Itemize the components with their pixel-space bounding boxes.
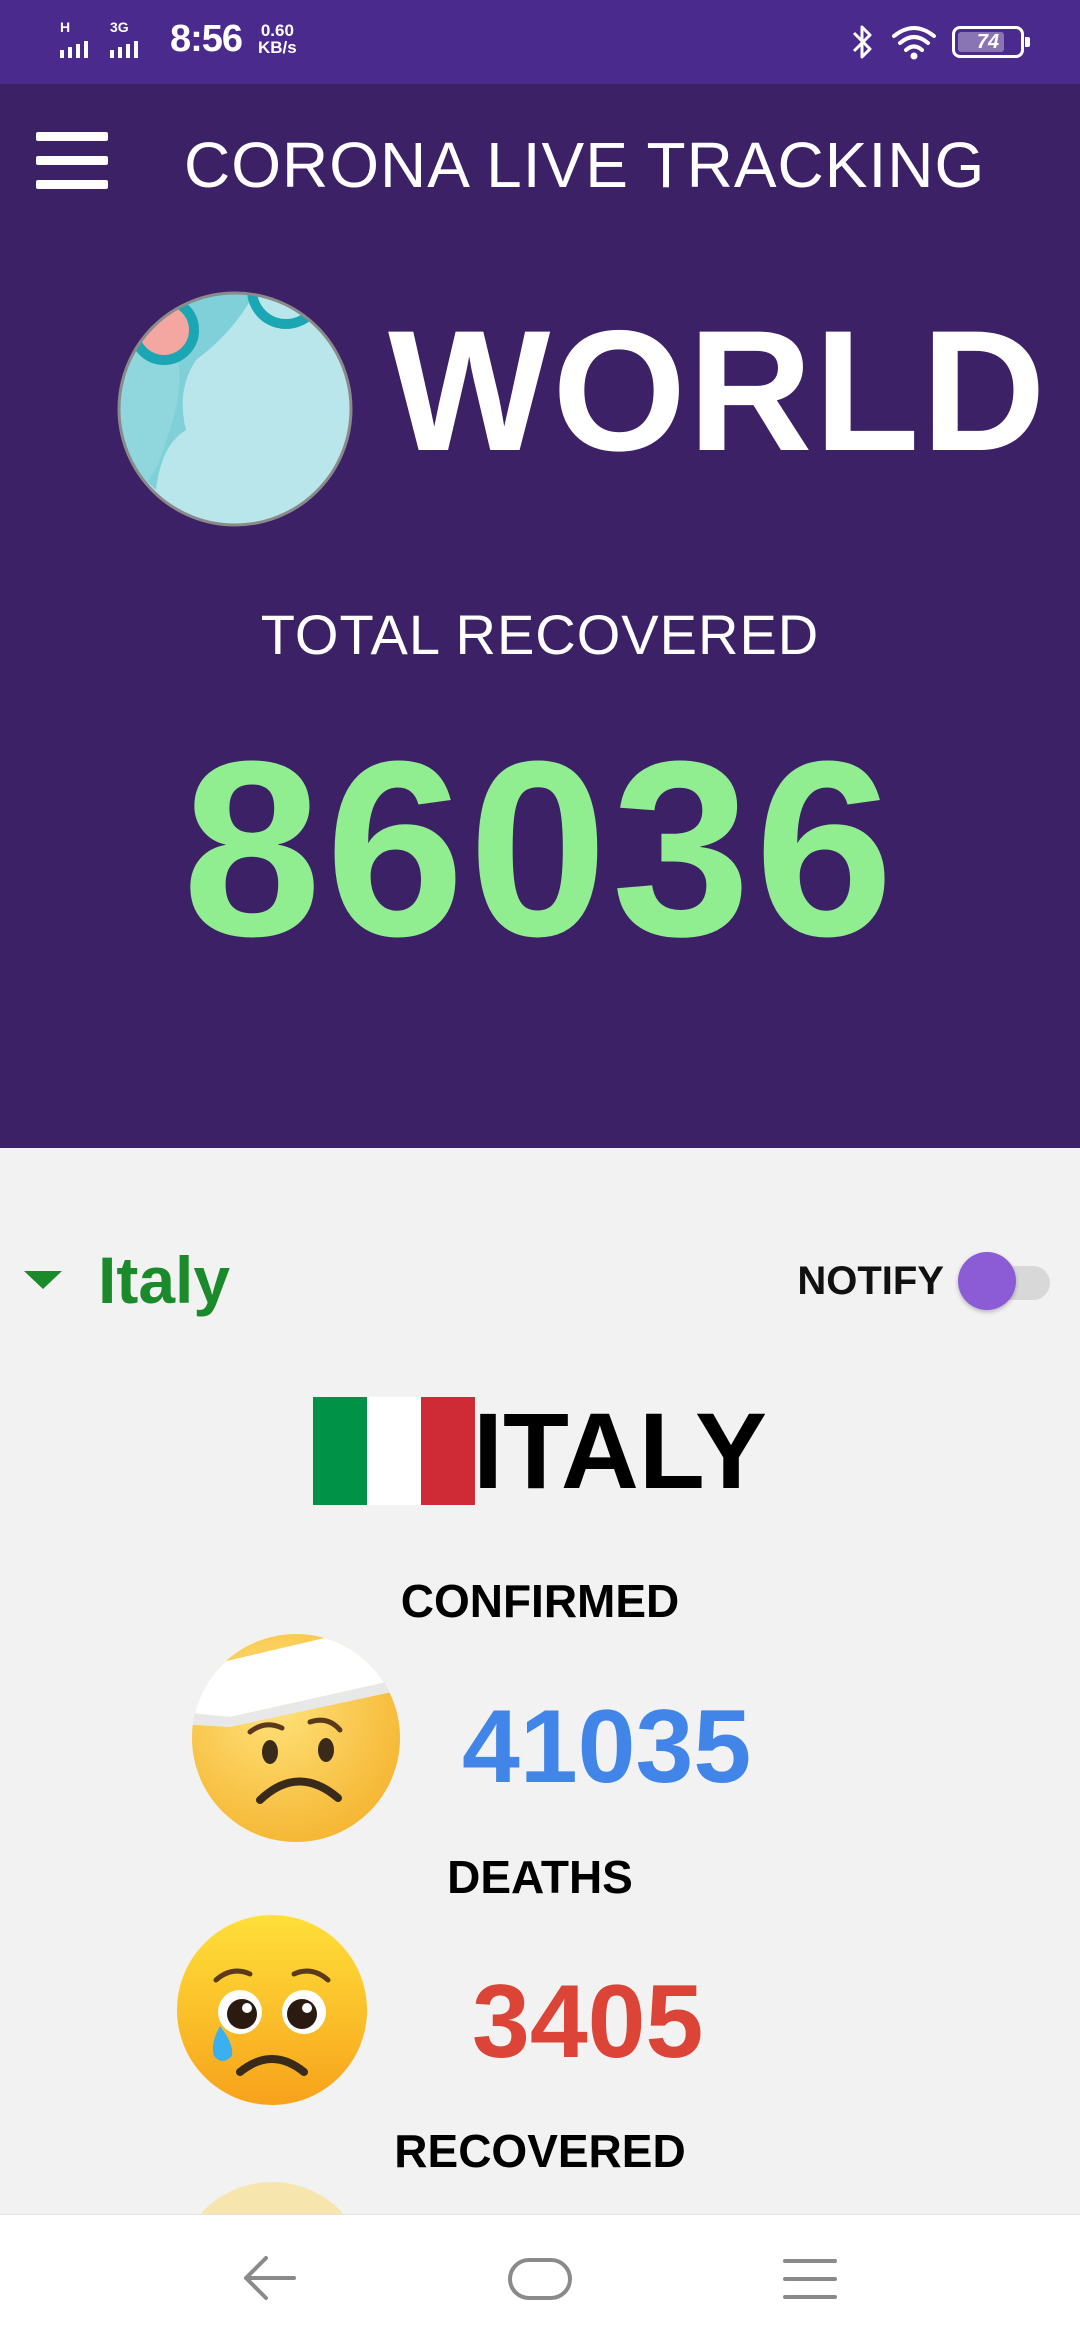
app-title: CORONA LIVE TRACKING (184, 129, 986, 201)
country-selector-row: Italy NOTIFY (0, 1230, 1080, 1330)
system-navigation-bar (0, 2214, 1080, 2340)
confirmed-label: CONFIRMED (400, 1575, 680, 1627)
wifi-icon (892, 26, 936, 60)
clock: 8:56 (170, 18, 243, 60)
country-header: ITALY (0, 1396, 1080, 1506)
total-recovered-label: TOTAL RECOVERED (260, 603, 820, 666)
caret-down-icon (24, 1271, 62, 1289)
battery-icon: 74 (952, 26, 1030, 58)
deaths-value: 3405 (472, 1964, 704, 2080)
notify-toggle[interactable] (958, 1252, 1050, 1310)
country-heading: ITALY (472, 1390, 768, 1511)
cellular-signal-icon: H 3G (60, 20, 138, 58)
notify-control: NOTIFY (797, 1252, 1050, 1310)
bluetooth-icon (852, 25, 872, 59)
back-icon[interactable] (170, 2215, 370, 2340)
italy-flag-icon (312, 1397, 475, 1505)
recents-icon[interactable] (710, 2215, 910, 2340)
status-bar: H 3G 8:56 0.60 KB/s 74 (0, 0, 1080, 84)
hamburger-menu-icon[interactable] (36, 132, 108, 192)
smiling-face-emoji-icon (176, 2182, 368, 2214)
world-summary-panel: CORONA LIVE TRACKING WORLD TOTAL RECOVER… (0, 84, 1080, 1148)
network-speed-unit: KB/s (258, 38, 297, 57)
confirmed-value: 41035 (462, 1689, 752, 1805)
notify-label: NOTIFY (797, 1258, 944, 1303)
recovered-label: RECOVERED (394, 2125, 686, 2177)
svg-text:H: H (60, 20, 70, 35)
svg-text:3G: 3G (110, 20, 129, 35)
globe-icon (117, 291, 353, 527)
network-speed-value: 0.60 (260, 21, 294, 40)
battery-level: 74 (976, 30, 1000, 53)
country-dropdown-value: Italy (98, 1243, 231, 1317)
total-recovered-value: 86036 (182, 709, 898, 988)
deaths-label: DEATHS (447, 1851, 633, 1903)
world-heading: WORLD (388, 295, 1048, 487)
crying-face-emoji-icon (177, 1915, 367, 2105)
bandaged-face-emoji-icon (192, 1634, 400, 1842)
country-dropdown[interactable]: Italy (24, 1230, 230, 1330)
home-icon[interactable] (440, 2215, 640, 2340)
network-speed: 0.60 KB/s (258, 22, 297, 56)
